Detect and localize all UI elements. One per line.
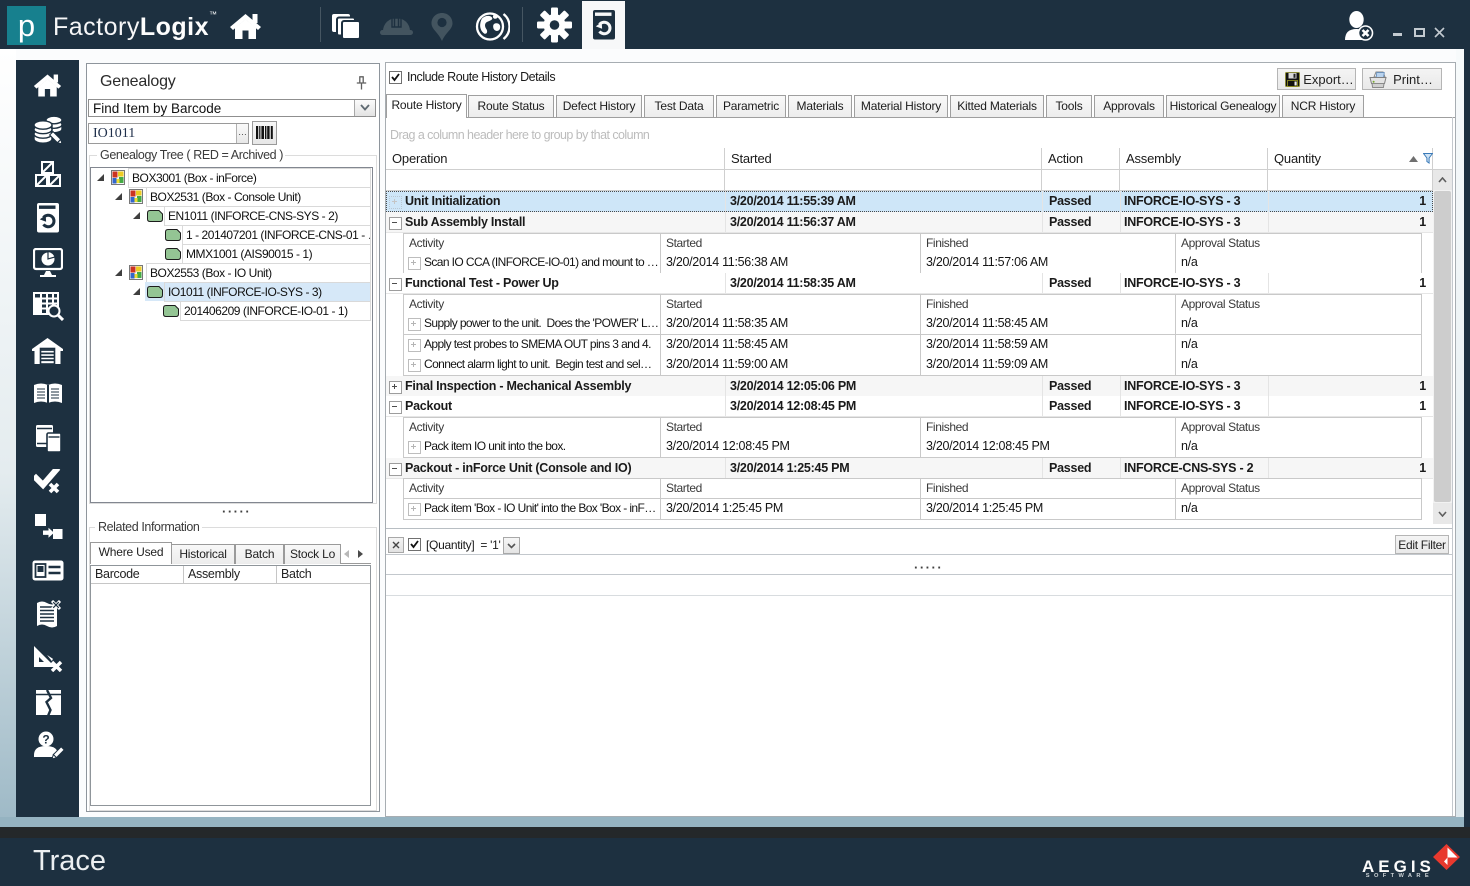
svg-text:?: ? — [42, 733, 49, 747]
